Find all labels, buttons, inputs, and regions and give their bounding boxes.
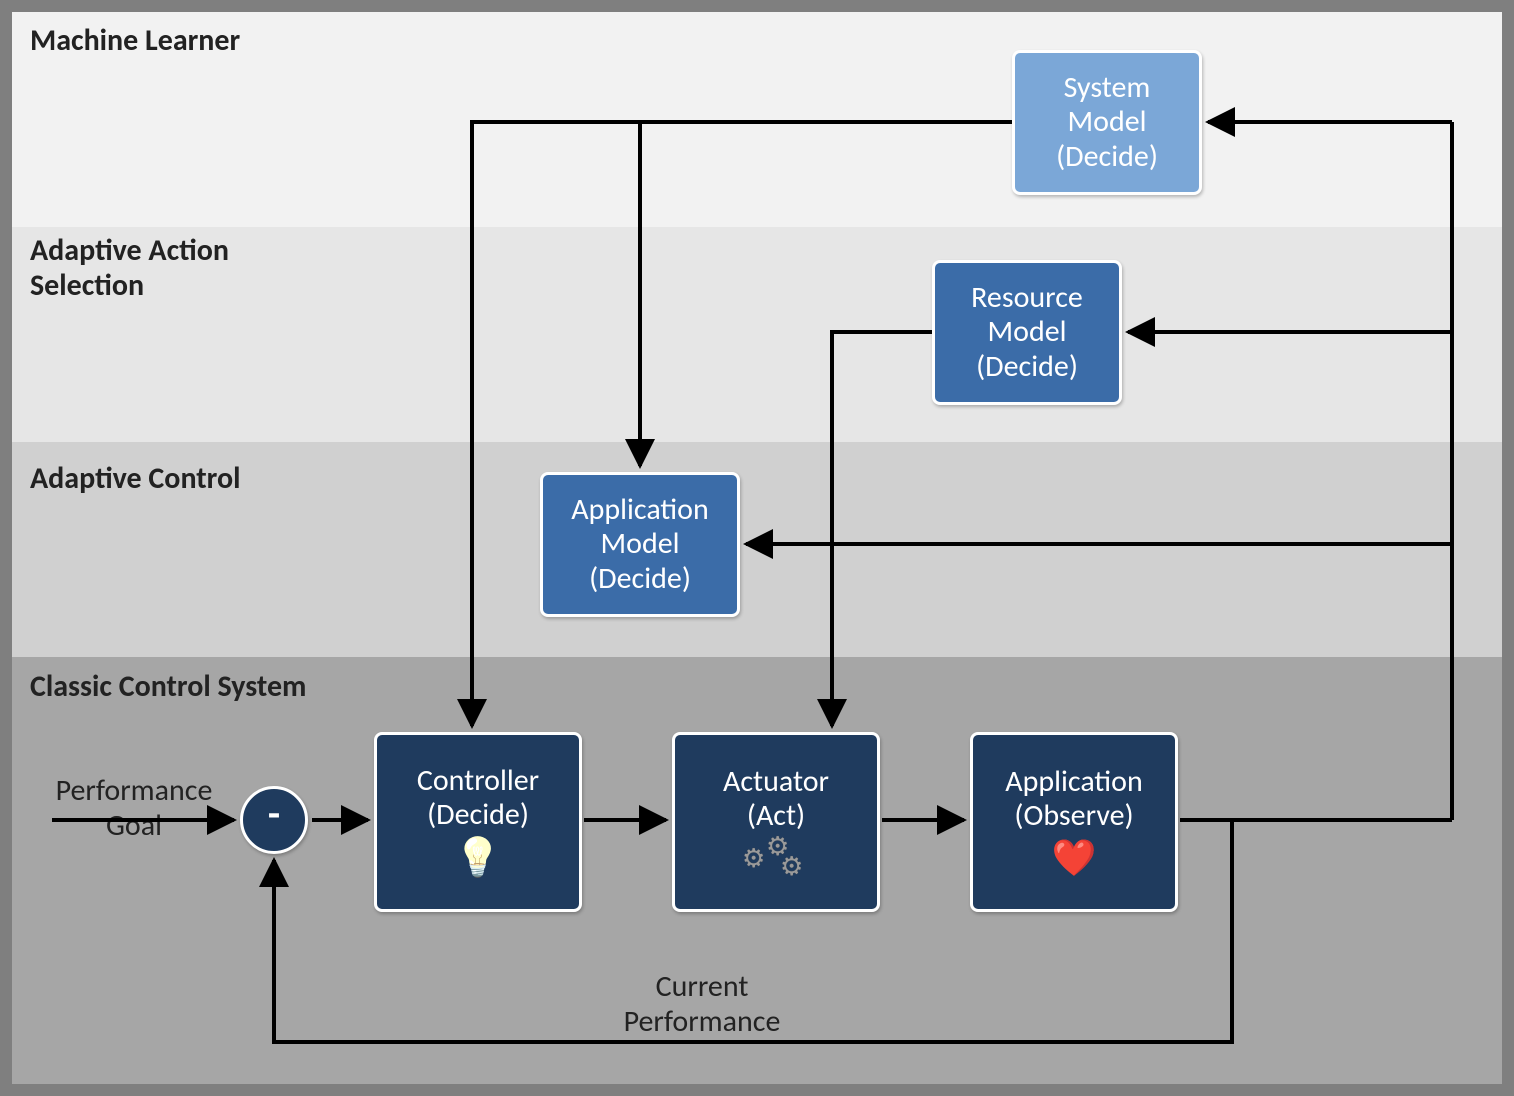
layer-adaptive-action-selection — [12, 227, 1502, 442]
resource-model-line1: Resource — [971, 281, 1083, 316]
perf-goal-line1: Performance — [56, 772, 213, 809]
layer-title-ccs: Classic Control System — [30, 670, 306, 705]
layer-title-aas-line1: Adaptive Action — [30, 232, 229, 269]
system-model-line1: System — [1064, 71, 1151, 106]
cur-perf-line1: Current — [656, 968, 749, 1005]
layer-title-aas-line2: Selection — [30, 267, 144, 304]
layer-title-ac: Adaptive Control — [30, 462, 240, 497]
label-performance-goal: Performance Goal — [34, 774, 234, 843]
resource-model-line3: (Decide) — [976, 350, 1078, 385]
actuator-line2: (Act) — [747, 799, 805, 834]
minus-label: - — [268, 794, 280, 834]
gears-icon: ⚙⚙⚙ — [736, 834, 816, 880]
controller-line1: Controller — [417, 764, 539, 799]
app-model-line1: Application — [571, 493, 708, 528]
system-model-line3: (Decide) — [1056, 140, 1158, 175]
layer-title-ml: Machine Learner — [30, 24, 240, 59]
resource-model-line2: Model — [987, 315, 1066, 350]
lightbulb-icon: 💡 — [454, 837, 501, 881]
node-actuator: Actuator (Act) ⚙⚙⚙ — [672, 732, 880, 912]
summing-junction: - — [240, 786, 308, 854]
heart-icon: ❤️ — [1052, 838, 1097, 879]
system-model-line2: Model — [1067, 105, 1146, 140]
application-line2: (Observe) — [1014, 799, 1133, 834]
node-controller: Controller (Decide) 💡 — [374, 732, 582, 912]
application-line1: Application — [1005, 765, 1142, 800]
node-application: Application (Observe) ❤️ — [970, 732, 1178, 912]
cur-perf-line2: Performance — [624, 1003, 781, 1040]
label-current-performance: Current Performance — [572, 970, 832, 1039]
actuator-line1: Actuator — [723, 765, 829, 800]
node-system-model: System Model (Decide) — [1012, 50, 1202, 195]
controller-line2: (Decide) — [427, 798, 529, 833]
node-resource-model: Resource Model (Decide) — [932, 260, 1122, 405]
app-model-line2: Model — [600, 527, 679, 562]
app-model-line3: (Decide) — [589, 562, 691, 597]
perf-goal-line2: Goal — [106, 807, 162, 844]
diagram-frame: Machine Learner Adaptive Action Selectio… — [0, 0, 1514, 1096]
layer-title-aas: Adaptive Action Selection — [30, 234, 229, 303]
node-application-model: Application Model (Decide) — [540, 472, 740, 617]
